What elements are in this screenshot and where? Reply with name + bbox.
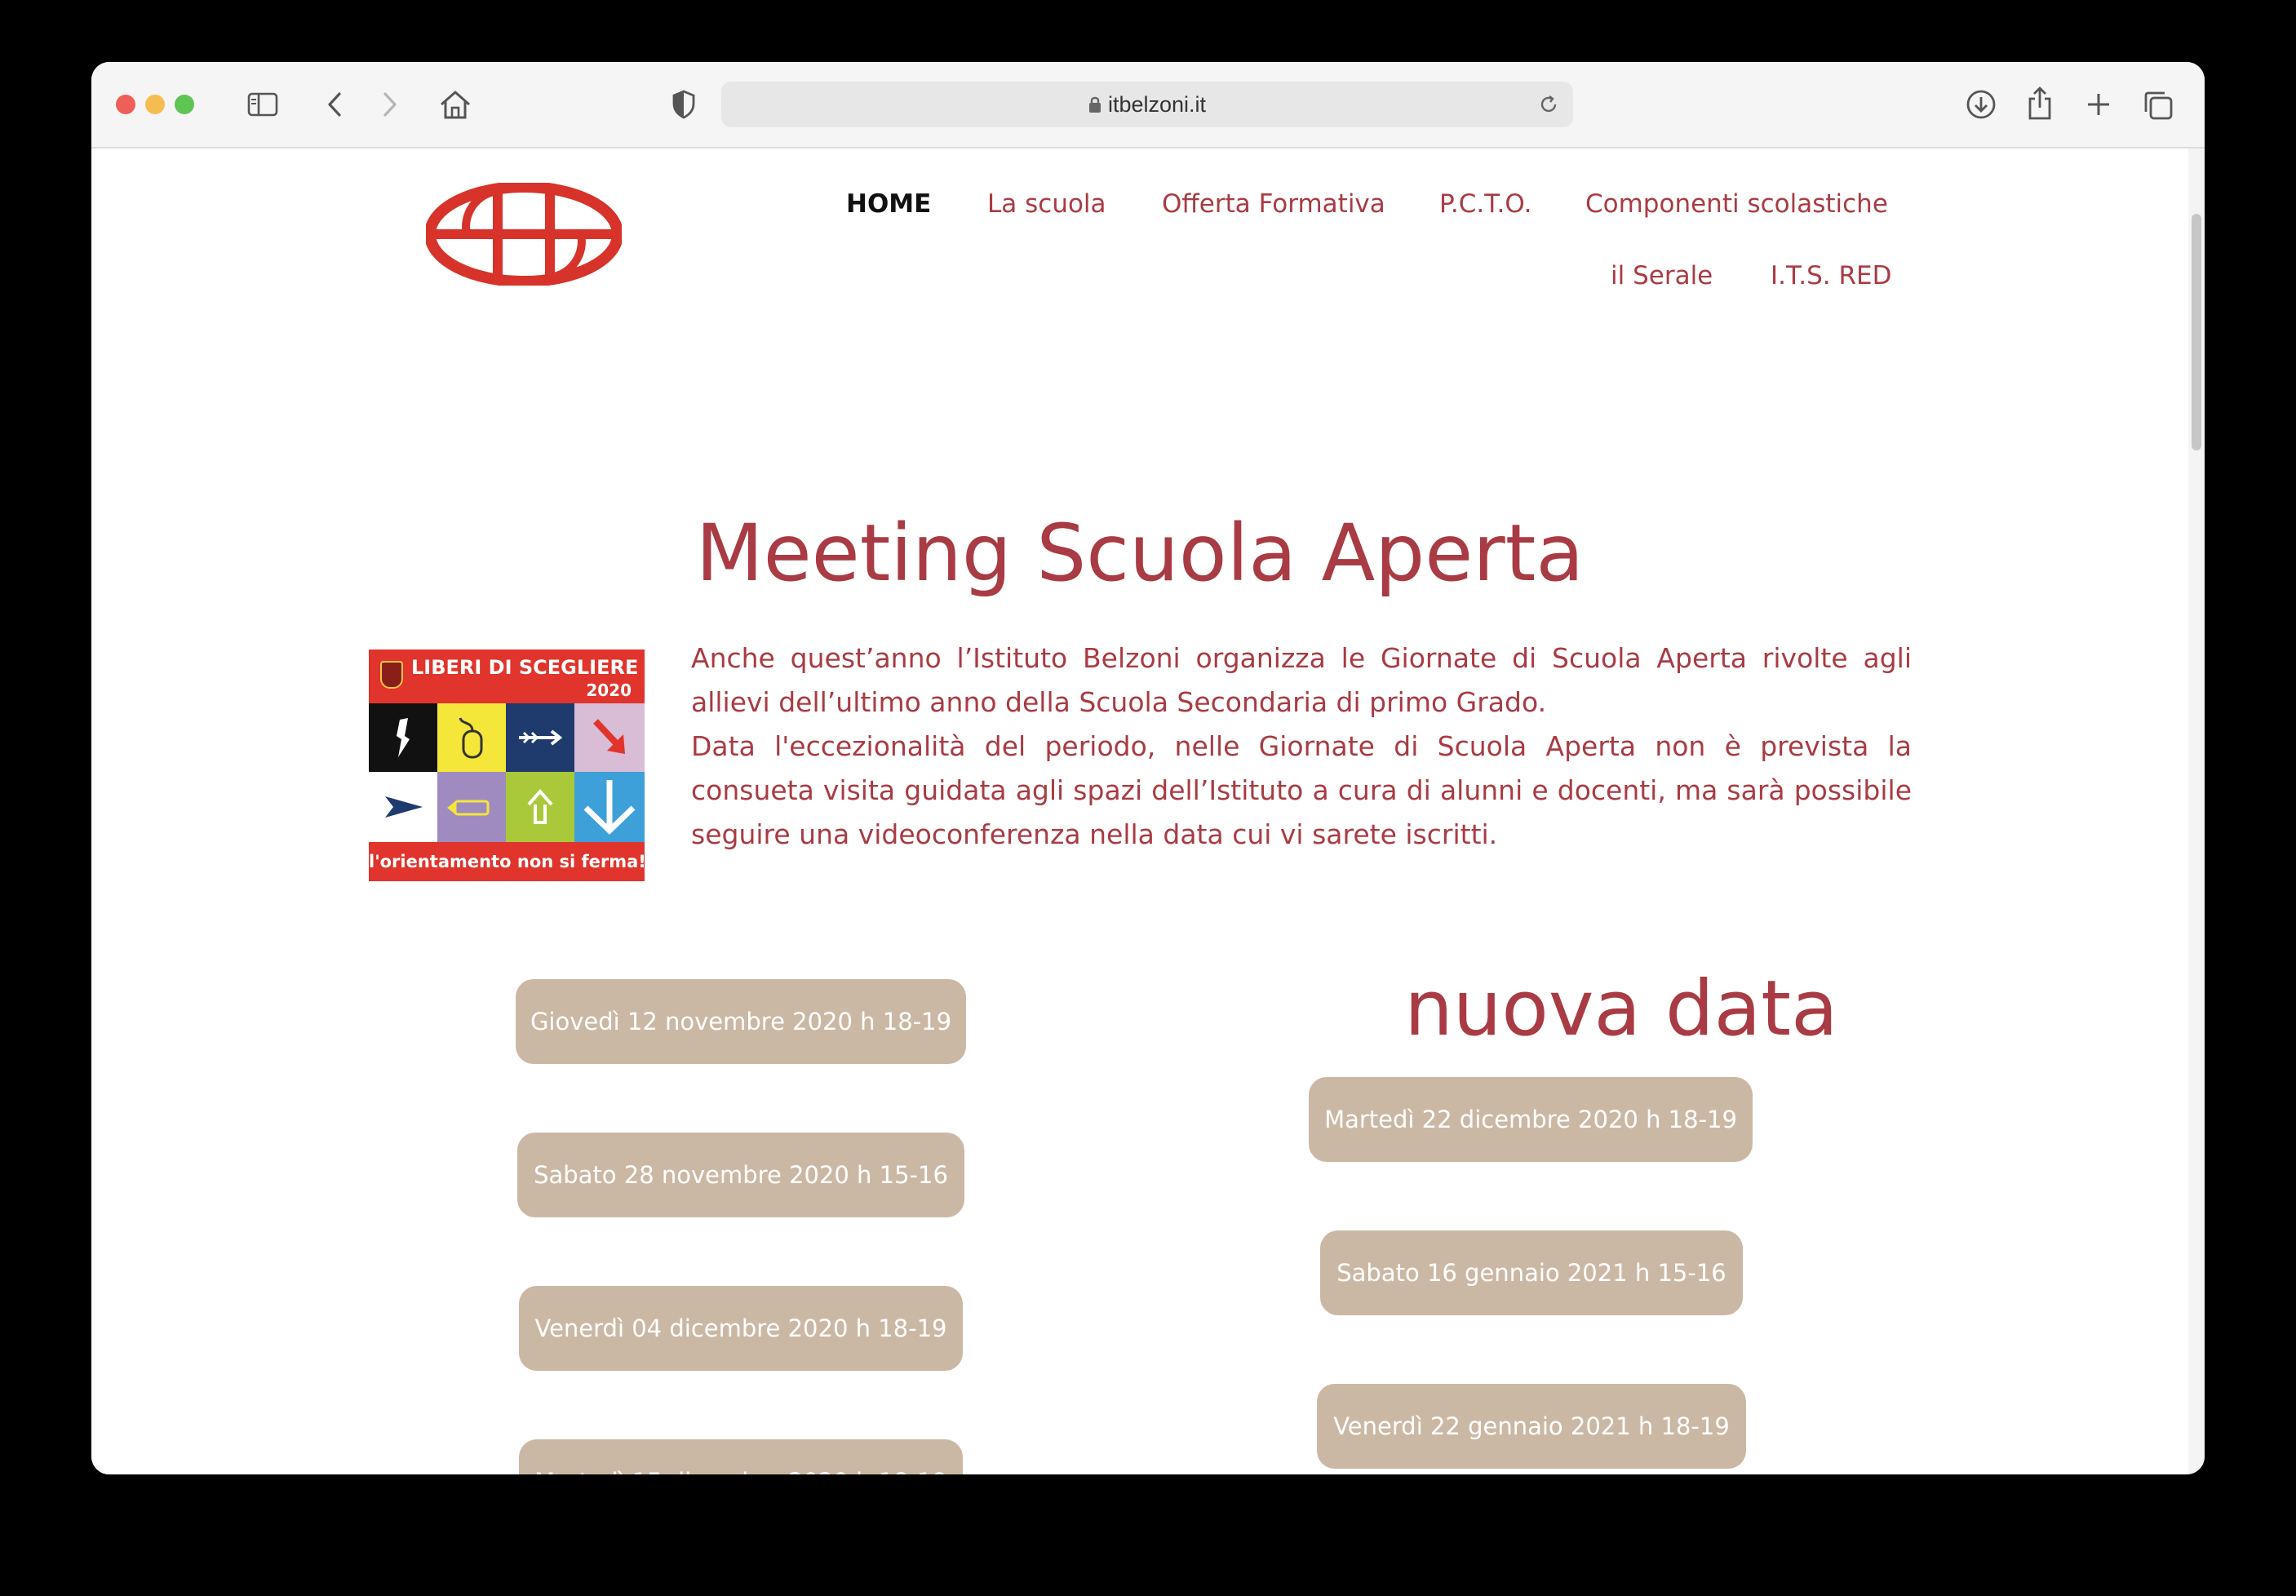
zoom-window-button[interactable] [175, 95, 194, 114]
nav-componenti-scolastiche[interactable]: Componenti scolastiche [1585, 189, 1888, 219]
promo-tagline: l'orientamento non si ferma! [369, 852, 646, 871]
promo-tile [437, 703, 506, 772]
intro-paragraph-2: Data l'eccezionalità del periodo, nelle … [691, 730, 1912, 850]
reload-icon[interactable] [1536, 91, 1562, 117]
scrollbar-thumb[interactable] [2192, 214, 2201, 450]
nav-la-scuola[interactable]: La scuola [987, 189, 1106, 219]
nav-pcto[interactable]: P.C.T.O. [1439, 189, 1531, 219]
date-button[interactable]: Venerdì 04 dicembre 2020 h 18-19 [519, 1286, 963, 1371]
downloads-icon[interactable] [1965, 88, 1997, 121]
nav-il-serale[interactable]: il Serale [1611, 261, 1713, 290]
date-button[interactable]: Venerdì 22 gennaio 2021 h 18-19 [1317, 1384, 1746, 1469]
promo-tile [437, 772, 506, 842]
page-title: Meeting Scuola Aperta [695, 508, 1585, 599]
promo-tile [369, 772, 437, 842]
share-icon[interactable] [2023, 85, 2056, 121]
site-logo[interactable] [424, 181, 623, 287]
url-text: itbelzoni.it [1107, 92, 1207, 117]
coat-of-arms-icon [380, 661, 403, 689]
promo-year: 2020 [586, 681, 632, 700]
page-scrollbar[interactable] [2188, 149, 2205, 1474]
date-button[interactable]: Martedì 22 dicembre 2020 h 18-19 [1309, 1077, 1753, 1162]
date-button[interactable]: Giovedì 12 novembre 2020 h 18-19 [516, 979, 966, 1064]
lock-icon [1088, 83, 1101, 129]
browser-window: itbelzoni.it HOME La scuola Offerta Form… [91, 62, 2205, 1474]
nav-home[interactable]: HOME [846, 189, 931, 219]
promo-title: LIBERI DI SCEGLIERE [411, 656, 639, 679]
new-tab-icon[interactable] [2082, 88, 2115, 121]
minimize-window-button[interactable] [145, 95, 165, 114]
date-button[interactable]: Martedì 15 dicembre 2020 h 18-19 [519, 1439, 963, 1474]
address-bar[interactable]: itbelzoni.it [721, 82, 1573, 127]
nav-its-red[interactable]: I.T.S. RED [1771, 261, 1892, 290]
forward-icon[interactable] [374, 88, 406, 121]
privacy-shield-icon[interactable] [667, 88, 700, 121]
promo-tile [369, 703, 437, 772]
intro-text: Anche quest’anno l’Istituto Belzoni orga… [691, 636, 1912, 857]
nav-offerta-formativa[interactable]: Offerta Formativa [1162, 189, 1385, 219]
promo-tile-grid [369, 703, 645, 842]
home-icon[interactable] [437, 86, 473, 122]
sidebar-toggle-icon[interactable] [246, 88, 279, 121]
promo-header: LIBERI DI SCEGLIERE 2020 [369, 649, 645, 702]
browser-toolbar: itbelzoni.it [91, 62, 2205, 149]
date-button[interactable]: Sabato 28 novembre 2020 h 15-16 [517, 1133, 964, 1217]
back-icon[interactable] [318, 88, 351, 121]
promo-image-liberi-di-scegliere[interactable]: LIBERI DI SCEGLIERE 2020 l'orientamento … [369, 649, 646, 881]
address-text: itbelzoni.it [721, 82, 1573, 127]
promo-tile [574, 703, 645, 772]
promo-tile [574, 772, 645, 842]
new-date-heading: nuova data [1404, 964, 1838, 1053]
date-button[interactable]: Sabato 16 gennaio 2021 h 15-16 [1320, 1230, 1743, 1315]
promo-tile [506, 772, 574, 842]
intro-paragraph-1: Anche quest’anno l’Istituto Belzoni orga… [691, 642, 1912, 718]
promo-tile [506, 703, 574, 772]
close-window-button[interactable] [116, 95, 135, 114]
page-content: HOME La scuola Offerta Formativa P.C.T.O… [91, 149, 2188, 1474]
tab-overview-icon[interactable] [2141, 88, 2175, 122]
